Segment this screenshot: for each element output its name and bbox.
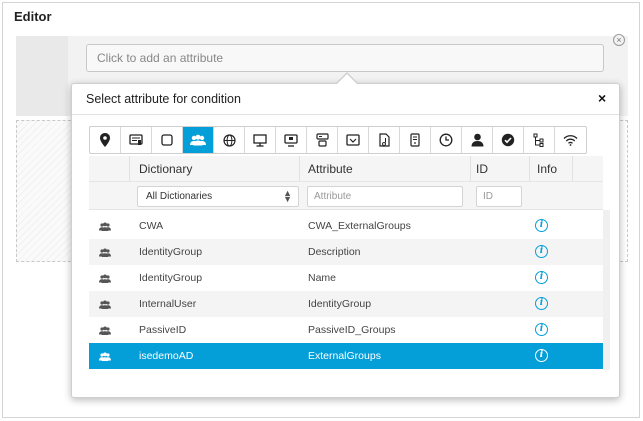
info-icon[interactable]: i (535, 271, 548, 284)
user-group-icon (99, 248, 111, 257)
table-row[interactable]: PassiveID PassiveID_Groups i (89, 317, 603, 343)
wifi-icon[interactable] (555, 127, 586, 153)
dictionary-cell: IdentityGroup (139, 246, 203, 258)
info-icon[interactable]: i (535, 349, 548, 362)
location-pin-icon[interactable] (90, 127, 121, 153)
info-icon[interactable]: i (535, 219, 548, 232)
info-icon[interactable]: i (535, 297, 548, 310)
attribute-cell: ExternalGroups (308, 350, 381, 362)
user-group-icon (99, 300, 111, 309)
network-device-icon[interactable] (307, 127, 338, 153)
column-header-attribute[interactable]: Attribute (308, 162, 353, 176)
filter-row: All Dictionaries ▲ ▼ Attribute ID (89, 182, 603, 210)
dictionary-cell: IdentityGroup (139, 272, 203, 284)
condition-row-handle (16, 36, 68, 116)
user-group-icon[interactable] (183, 127, 214, 153)
table-row[interactable]: CWA CWA_ExternalGroups i (89, 213, 603, 239)
user-group-icon (99, 326, 111, 335)
info-icon[interactable]: i (535, 323, 548, 336)
desktop-icon[interactable] (276, 127, 307, 153)
column-header-id[interactable]: ID (476, 162, 488, 176)
table-header: Dictionary Attribute ID Info (89, 156, 603, 182)
id-filter-input[interactable]: ID (476, 186, 522, 207)
attribute-rows: CWA CWA_ExternalGroups i IdentityGroup Descr… (89, 213, 603, 369)
editor-title: Editor (14, 9, 52, 24)
attribute-input[interactable]: Click to add an attribute (86, 44, 604, 72)
scrollbar[interactable] (603, 210, 610, 370)
window-icon[interactable] (338, 127, 369, 153)
attribute-cell: Description (308, 246, 361, 258)
user-group-icon (99, 274, 111, 283)
dictionary-cell: CWA (139, 220, 164, 232)
select-arrows-icon: ▲ ▼ (283, 188, 292, 204)
info-icon[interactable]: i (535, 245, 548, 258)
popup-pointer-fill (337, 74, 357, 84)
globe-icon[interactable] (214, 127, 245, 153)
dictionary-cell: isedemoAD (139, 350, 194, 362)
drop-zone (16, 120, 76, 262)
user-group-icon (99, 222, 111, 231)
clock-icon[interactable] (431, 127, 462, 153)
table-row[interactable]: InternalUser IdentityGroup i (89, 291, 603, 317)
checkmark-circle-icon[interactable] (493, 127, 524, 153)
popup-title: Select attribute for condition (86, 92, 241, 106)
dictionary-filter-bar (89, 126, 587, 154)
attribute-cell: CWA_ExternalGroups (308, 220, 411, 232)
dictionary-cell: PassiveID (139, 324, 187, 336)
card-reader-icon[interactable] (121, 127, 152, 153)
attribute-cell: Name (308, 272, 337, 284)
dictionary-cell: InternalUser (139, 298, 197, 310)
attribute-cell: PassiveID_Groups (308, 324, 396, 336)
remove-condition-icon[interactable]: × (613, 34, 625, 46)
dictionary-select[interactable]: All Dictionaries ▲ ▼ (137, 186, 299, 207)
server-icon[interactable] (400, 127, 431, 153)
hierarchy-icon[interactable] (524, 127, 555, 153)
dictionary-select-value: All Dictionaries (146, 191, 213, 202)
column-header-info[interactable]: Info (537, 162, 557, 176)
attribute-filter-input[interactable]: Attribute (307, 186, 463, 207)
attribute-cell: IdentityGroup (308, 298, 372, 310)
monitor-icon[interactable] (245, 127, 276, 153)
divider (72, 114, 619, 115)
table-row[interactable]: IdentityGroup Description i (89, 239, 603, 265)
table-row[interactable]: isedemoAD ExternalGroups i (89, 343, 603, 369)
square-icon[interactable] (152, 127, 183, 153)
close-icon[interactable]: × (598, 90, 606, 106)
user-group-icon (99, 352, 111, 361)
user-icon[interactable] (462, 127, 493, 153)
table-row[interactable]: IdentityGroup Name i (89, 265, 603, 291)
column-header-dictionary[interactable]: Dictionary (139, 162, 192, 176)
document-icon[interactable] (369, 127, 400, 153)
attribute-selector-popup: Select attribute for condition × Diction… (71, 83, 620, 398)
